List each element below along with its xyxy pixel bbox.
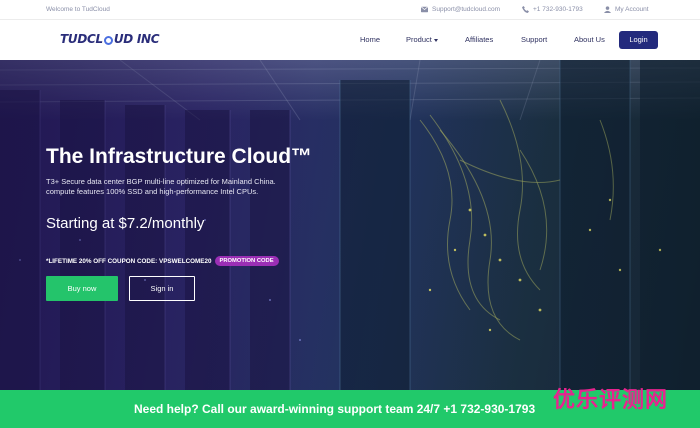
envelope-icon: [421, 6, 428, 13]
nav-item-support[interactable]: Support: [521, 35, 547, 44]
nav-item-affiliates[interactable]: Affiliates: [465, 35, 493, 44]
nav-item-product[interactable]: Product: [406, 35, 438, 44]
login-button[interactable]: Login: [619, 31, 658, 49]
nav-item-about-us[interactable]: About Us: [574, 35, 605, 44]
watermark-text: 优乐评测网: [553, 387, 669, 412]
hero-title: The Infrastructure Cloud™: [46, 145, 313, 168]
sign-in-button[interactable]: Sign in: [129, 276, 195, 301]
nav-menu: Home Product Affiliates Support About Us: [0, 35, 700, 47]
phone-icon: [522, 6, 529, 13]
hero-price: Starting at $7.2/monthly: [46, 215, 205, 232]
hero-description-line-1: T3+ Secure data center BGP multi-line op…: [46, 177, 276, 186]
hero-description-line-2: compute features 100% SSD and high-perfo…: [46, 187, 259, 196]
my-account-link[interactable]: My Account: [604, 6, 649, 13]
support-email-text: Support@tudcloud.com: [432, 6, 501, 13]
promotion-code-badge: PROMOTION CODE: [214, 256, 279, 266]
phone-text: +1 732-930-1793: [533, 6, 583, 13]
my-account-text: My Account: [615, 6, 649, 13]
nav-item-product-label: Product: [406, 35, 432, 44]
coupon-line: *LIFETIME 20% OFF COUPON CODE: VPSWELCOM…: [46, 256, 279, 266]
support-email-link[interactable]: Support@tudcloud.com: [421, 6, 500, 13]
main-navbar: TUDCL UD INC Home Product Affiliates Sup…: [0, 20, 700, 60]
phone-link[interactable]: +1 732-930-1793: [522, 6, 583, 13]
top-bar: Welcome to TudCloud Support@tudcloud.com…: [0, 0, 700, 20]
hero-section: The Infrastructure Cloud™ T3+ Secure dat…: [0, 60, 700, 390]
buy-now-button[interactable]: Buy now: [46, 276, 118, 301]
coupon-text: *LIFETIME 20% OFF COUPON CODE: VPSWELCOM…: [46, 257, 212, 265]
hero-description: T3+ Secure data center BGP multi-line op…: [46, 177, 336, 197]
support-banner-text: Need help? Call our award-winning suppor…: [134, 402, 536, 416]
nav-item-home[interactable]: Home: [360, 35, 380, 44]
user-icon: [604, 6, 611, 13]
chevron-down-icon: [433, 38, 438, 42]
welcome-text: Welcome to TudCloud: [46, 6, 110, 13]
